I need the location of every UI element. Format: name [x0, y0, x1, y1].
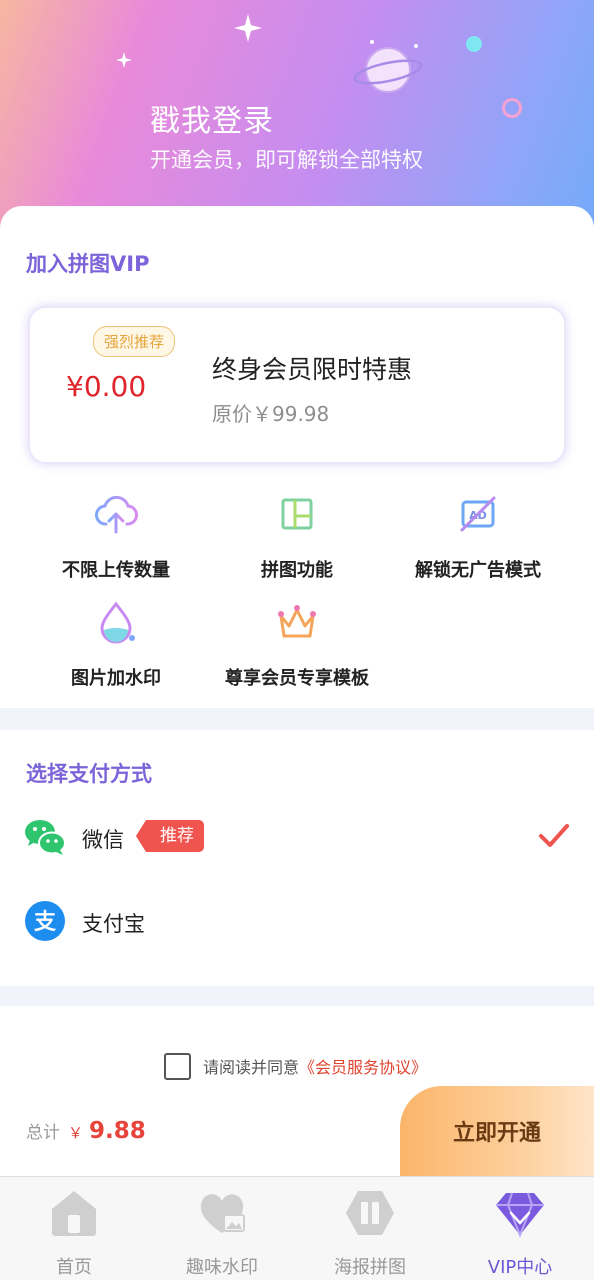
feature-label: 解锁无广告模式: [415, 560, 541, 581]
feature-label: 图片加水印: [71, 668, 161, 689]
feature-exclusive-templates: 尊享会员专享模板: [197, 600, 397, 690]
sparkle-icon: [116, 52, 132, 68]
service-agreement-link[interactable]: 《会员服务协议》: [299, 1054, 427, 1078]
svg-text:支: 支: [34, 910, 57, 935]
wechat-icon: [25, 820, 66, 855]
planet-icon: [353, 40, 423, 93]
activate-now-button[interactable]: 立即开通: [400, 1086, 594, 1176]
payment-option-wechat[interactable]: 微信 推荐: [0, 806, 594, 866]
poster-icon: [346, 1191, 394, 1235]
collage-grid-icon: [281, 498, 313, 530]
feature-label: 不限上传数量: [62, 560, 170, 581]
total-label: 总计: [26, 1123, 60, 1143]
checkout-area: 请阅读并同意 《会员服务协议》 总计 ￥ 9.88 立即开通: [0, 1006, 594, 1176]
feature-unlimited-upload: 不限上传数量: [16, 492, 216, 582]
lifetime-offer-card[interactable]: 强烈推荐 ¥0.00 终身会员限时特惠 原价￥99.98: [28, 306, 566, 464]
total-currency: ￥: [68, 1124, 84, 1142]
payment-name: 微信: [82, 828, 124, 852]
cloud-upload-icon: [95, 496, 138, 534]
bottom-tab-bar: 首页 趣味水印 海报拼图 VIP中心: [0, 1176, 594, 1280]
no-ads-icon: AD: [460, 496, 496, 532]
crown-icon: [278, 605, 316, 638]
agreement-text: 请阅读并同意: [203, 1058, 300, 1077]
ring-decoration: [502, 98, 522, 118]
diamond-icon: [496, 1192, 544, 1238]
checkmark-icon: [539, 824, 569, 847]
login-subtitle: 开通会员，即可解锁全部特权: [150, 148, 423, 172]
watermark-drop-icon: [100, 601, 135, 644]
vip-card: 加入拼图VIP 强烈推荐 ¥0.00 终身会员限时特惠 原价￥99.98 不限上…: [0, 206, 594, 708]
payment-section-title: 选择支付方式: [26, 762, 152, 786]
heart-photo-icon: [200, 1194, 245, 1233]
payment-section: 选择支付方式 微信 推荐 支 支付宝: [0, 730, 594, 986]
total-value: 9.88: [89, 1118, 146, 1144]
agreement-row: 请阅读并同意 《会员服务协议》: [164, 1052, 427, 1080]
feature-label: 尊享会员专享模板: [225, 668, 369, 689]
home-icon: [52, 1191, 96, 1236]
feature-label: 拼图功能: [261, 560, 333, 581]
feature-watermark: 图片加水印: [16, 600, 216, 690]
login-title[interactable]: 戳我登录: [150, 96, 274, 140]
tab-poster-collage[interactable]: 海报拼图: [296, 1187, 444, 1279]
vip-section-title: 加入拼图VIP: [26, 252, 150, 276]
tab-label: 海报拼图: [334, 1257, 406, 1278]
tab-label: 首页: [56, 1257, 92, 1278]
payment-option-alipay[interactable]: 支 支付宝: [0, 890, 594, 950]
tab-fun-watermark[interactable]: 趣味水印: [148, 1187, 296, 1279]
dot-decoration: [466, 36, 482, 52]
payment-name: 支付宝: [82, 912, 145, 936]
offer-original-price: 原价￥99.98: [212, 402, 330, 426]
feature-collage: 拼图功能: [197, 492, 397, 582]
agreement-checkbox[interactable]: [164, 1052, 191, 1080]
sparkle-icon: [234, 14, 262, 42]
login-banner[interactable]: 戳我登录 开通会员，即可解锁全部特权: [0, 0, 594, 240]
offer-price: ¥0.00: [66, 370, 147, 403]
offer-name: 终身会员限时特惠: [212, 355, 413, 384]
total-price: 总计 ￥ 9.88: [26, 1118, 146, 1144]
recommend-tag: 推荐: [136, 820, 204, 852]
feature-no-ads: AD 解锁无广告模式: [378, 492, 578, 582]
recommend-badge: 强烈推荐: [93, 326, 176, 357]
alipay-icon: 支: [25, 901, 65, 941]
tab-label: VIP中心: [487, 1257, 553, 1278]
tab-label: 趣味水印: [186, 1257, 258, 1278]
tab-home[interactable]: 首页: [0, 1187, 148, 1279]
tab-vip-center[interactable]: VIP中心: [446, 1187, 594, 1279]
